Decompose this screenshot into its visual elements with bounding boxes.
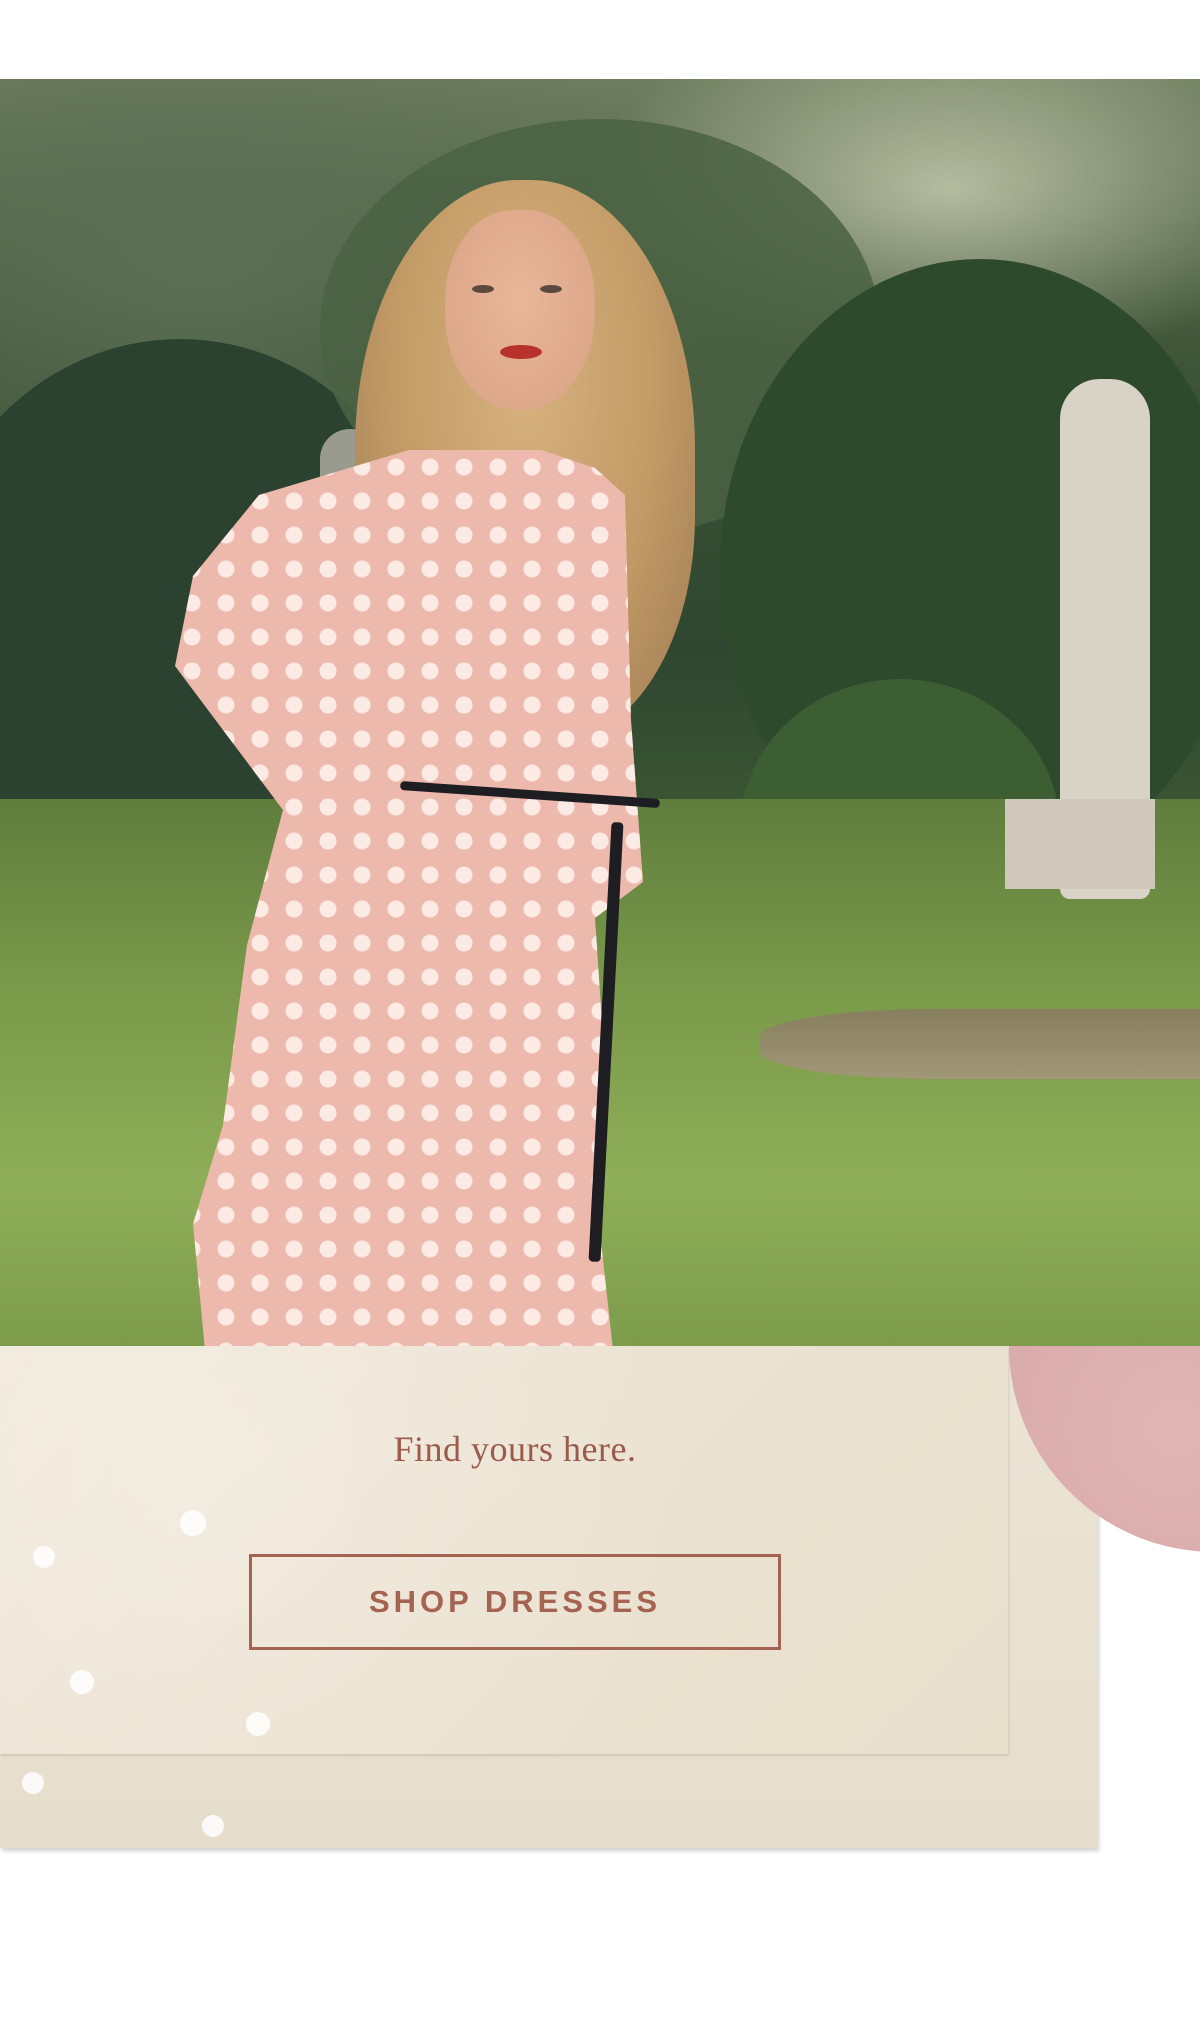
model-eye-left: [472, 285, 494, 293]
paper-panel: [0, 1346, 1008, 1754]
decorative-dot: [70, 1670, 94, 1694]
pink-circle-decoration: [1009, 1346, 1200, 1552]
decorative-dot: [33, 1546, 55, 1568]
promo-tagline: Find yours here.: [393, 1429, 637, 1469]
model-lips: [500, 345, 542, 359]
decorative-dot: [246, 1712, 270, 1736]
model-face: [445, 210, 595, 410]
decorative-dot: [22, 1772, 44, 1794]
statue-pedestal: [1005, 799, 1155, 889]
shop-dresses-button[interactable]: SHOP DRESSES: [249, 1554, 781, 1650]
model-eye-right: [540, 285, 562, 293]
decorative-dot: [202, 1815, 224, 1837]
garden-path: [760, 1009, 1200, 1079]
decorative-dot: [180, 1510, 206, 1536]
